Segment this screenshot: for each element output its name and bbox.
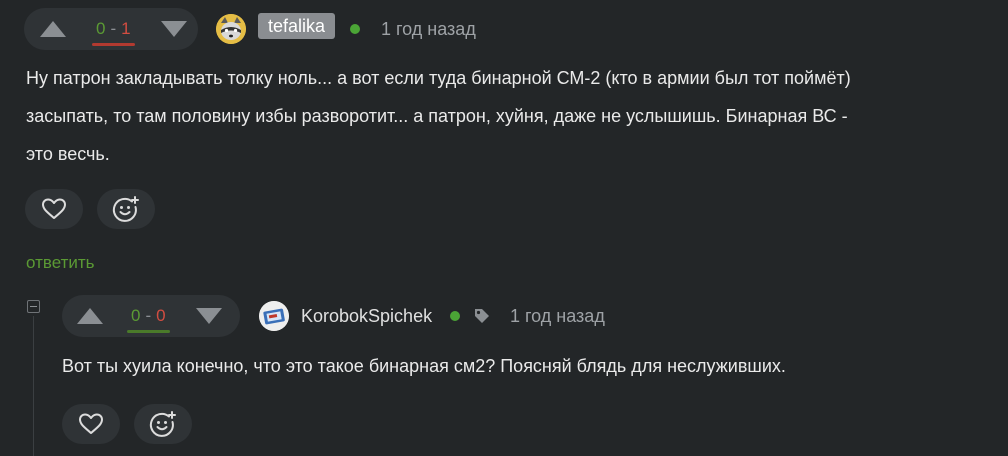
upvote-arrow-icon[interactable] <box>77 308 103 324</box>
score-separator: - <box>110 19 117 38</box>
comment1-vote-panel: 0-1 <box>24 8 198 50</box>
upvote-arrow-icon[interactable] <box>40 21 66 37</box>
comment1-score-minus: 1 <box>121 19 131 38</box>
comment2-like-button[interactable] <box>62 404 120 444</box>
comment2-vote-panel: 0-0 <box>62 295 240 337</box>
comment2-text-line-1: Вот ты хуила конечно, что это такое бина… <box>62 356 786 376</box>
downvote-arrow-icon[interactable] <box>195 308 222 324</box>
comment1-online-dot-icon <box>350 24 360 34</box>
comment2-emoji-button[interactable] <box>134 404 192 444</box>
collapse-thread-button[interactable] <box>27 300 40 313</box>
heart-icon <box>42 198 66 219</box>
emoji-add-icon <box>149 411 176 437</box>
comment1-text-line-3: это весчь. <box>26 144 110 164</box>
comment1-reply-link[interactable]: ответить <box>26 253 95 273</box>
tag-icon[interactable] <box>473 307 491 330</box>
thread-line <box>33 316 34 456</box>
comment1-author[interactable]: tefalika <box>258 13 336 39</box>
raccoon-avatar-icon <box>216 14 246 44</box>
downvote-arrow-icon[interactable] <box>160 21 187 37</box>
comment2-time[interactable]: 1 год назад <box>510 306 605 327</box>
heart-icon <box>79 413 103 434</box>
comment1-score-plus: 0 <box>96 19 106 38</box>
comment2-score-bar <box>127 330 170 333</box>
comment1-time[interactable]: 1 год назад <box>381 19 476 40</box>
comment1-emoji-button[interactable] <box>97 189 155 229</box>
comment2-author[interactable]: KorobokSpichek <box>301 306 432 327</box>
comment1-author-badge[interactable]: tefalika <box>258 13 336 39</box>
comment2-avatar[interactable] <box>259 301 289 331</box>
comment2-score-plus: 0 <box>131 306 141 325</box>
comment1-avatar[interactable] <box>216 14 246 44</box>
tag-icon-svg <box>475 309 489 323</box>
comment1-score: 0-1 <box>92 19 135 46</box>
comment2-score: 0-0 <box>127 306 170 333</box>
score-separator: - <box>145 306 152 325</box>
matchbox-avatar-icon <box>259 301 289 331</box>
comment1-score-bar <box>92 43 135 46</box>
comment1-text-line-2: засыпать, то там половину избы развороти… <box>26 106 848 126</box>
comment2-score-minus: 0 <box>156 306 166 325</box>
comment2-online-dot-icon <box>450 311 460 321</box>
comment1-like-button[interactable] <box>25 189 83 229</box>
emoji-add-icon <box>112 196 139 222</box>
comment1-text-line-1: Ну патрон закладывать толку ноль... а во… <box>26 68 851 88</box>
